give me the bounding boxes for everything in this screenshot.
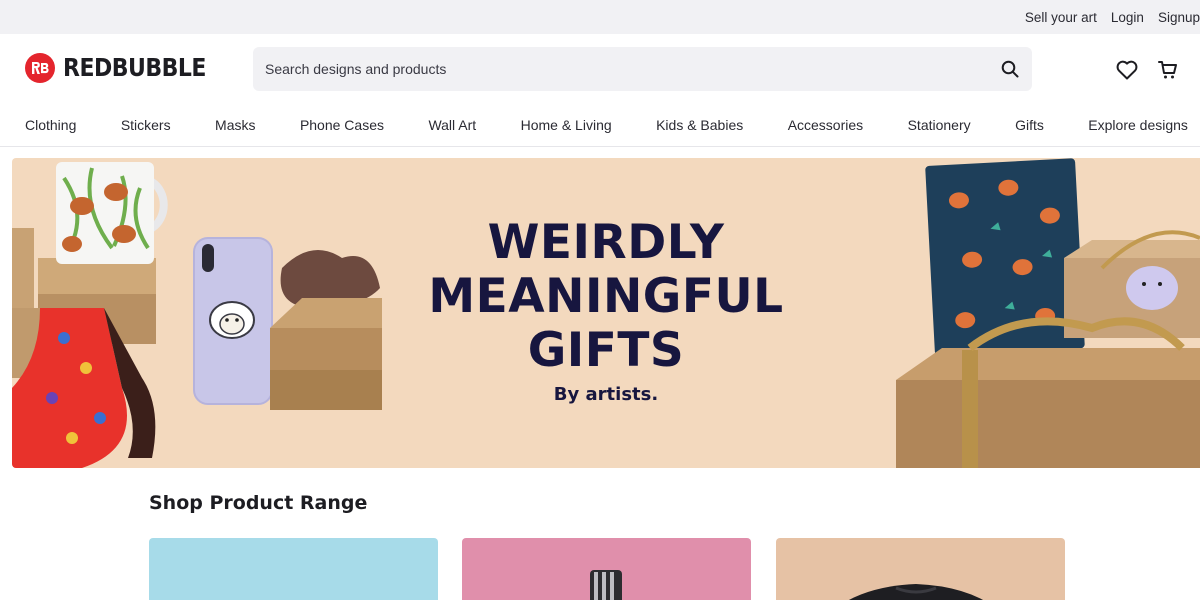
wishlist-button[interactable] <box>1115 58 1139 82</box>
hero-banner[interactable]: WEIRDLY MEANINGFUL GIFTS By artists. <box>12 158 1200 468</box>
sell-your-art-link[interactable]: Sell your art <box>1025 10 1097 25</box>
nav-item-accessories[interactable]: Accessories <box>788 117 863 133</box>
product-range-card[interactable] <box>462 538 751 600</box>
site-header: REDBUBBLE <box>0 34 1200 104</box>
nav-item-clothing[interactable]: Clothing <box>25 117 76 133</box>
login-link[interactable]: Login <box>1111 10 1144 25</box>
shop-product-range-title: Shop Product Range <box>149 492 368 514</box>
search-bar <box>253 47 1032 91</box>
search-button[interactable] <box>988 47 1032 91</box>
nav-item-explore-designs[interactable]: Explore designs <box>1088 117 1188 133</box>
nav-item-stationery[interactable]: Stationery <box>908 117 971 133</box>
nav-item-stickers[interactable]: Stickers <box>121 117 171 133</box>
nav-item-phone-cases[interactable]: Phone Cases <box>300 117 384 133</box>
cart-button[interactable] <box>1156 58 1180 82</box>
water-bottle-image <box>590 570 622 600</box>
product-range-card[interactable] <box>776 538 1065 600</box>
product-range-card[interactable] <box>149 538 438 600</box>
redbubble-logo-icon <box>25 53 55 83</box>
signup-link[interactable]: Signup <box>1158 10 1200 25</box>
nav-item-kids-babies[interactable]: Kids & Babies <box>656 117 743 133</box>
logo-wordmark: REDBUBBLE <box>63 53 206 83</box>
utility-bar: Sell your art Login Signup <box>0 0 1200 34</box>
hero-title: WEIRDLY MEANINGFUL GIFTS <box>428 215 784 378</box>
redbubble-logo[interactable]: REDBUBBLE <box>25 53 206 83</box>
nav-item-home-living[interactable]: Home & Living <box>521 117 612 133</box>
cart-icon <box>1158 61 1177 79</box>
search-input[interactable] <box>253 47 988 91</box>
nav-item-gifts[interactable]: Gifts <box>1015 117 1044 133</box>
nav-item-wall-art[interactable]: Wall Art <box>428 117 476 133</box>
utility-links: Sell your art Login Signup <box>1025 0 1200 34</box>
search-icon <box>1001 60 1019 78</box>
hero-subtitle: By artists. <box>553 384 659 405</box>
hero-text: WEIRDLY MEANINGFUL GIFTS By artists. <box>12 215 1200 406</box>
heart-icon <box>1116 60 1138 80</box>
category-nav: Clothing Stickers Masks Phone Cases Wall… <box>0 104 1200 147</box>
tshirt-image <box>848 584 984 600</box>
nav-item-masks[interactable]: Masks <box>215 117 255 133</box>
